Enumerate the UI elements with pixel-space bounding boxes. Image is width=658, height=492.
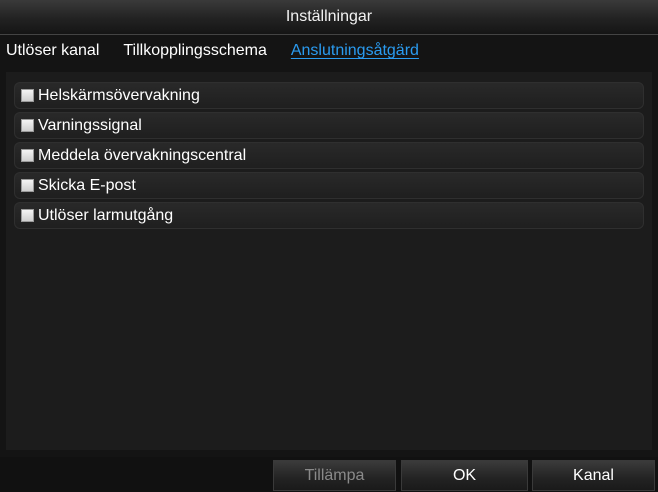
option-label: Helskärmsövervakning bbox=[38, 86, 200, 104]
ok-button[interactable]: OK bbox=[401, 460, 528, 491]
option-label: Meddela övervakningscentral bbox=[38, 146, 247, 164]
option-audible-warning[interactable]: Varningssignal bbox=[14, 112, 644, 139]
tab-trigger-channel[interactable]: Utlöser kanal bbox=[6, 42, 99, 60]
checkbox[interactable] bbox=[21, 209, 34, 222]
button-bar: Tillämpa OK Kanal bbox=[0, 457, 658, 492]
checkbox[interactable] bbox=[21, 179, 34, 192]
option-fullscreen-monitoring[interactable]: Helskärmsövervakning bbox=[14, 82, 644, 109]
option-trigger-alarm-output[interactable]: Utlöser larmutgång bbox=[14, 202, 644, 229]
checkbox[interactable] bbox=[21, 119, 34, 132]
options-panel: Helskärmsövervakning Varningssignal Medd… bbox=[6, 72, 652, 450]
option-label: Skicka E-post bbox=[38, 176, 136, 194]
option-send-email[interactable]: Skicka E-post bbox=[14, 172, 644, 199]
tab-bar: Utlöser kanal Tillkopplingsschema Anslut… bbox=[0, 37, 658, 65]
checkbox[interactable] bbox=[21, 149, 34, 162]
tab-arming-schedule[interactable]: Tillkopplingsschema bbox=[123, 42, 266, 60]
tab-linkage-action[interactable]: Anslutningsåtgärd bbox=[291, 42, 419, 60]
window-title: Inställningar bbox=[285, 8, 373, 25]
checkbox[interactable] bbox=[21, 89, 34, 102]
apply-button[interactable]: Tillämpa bbox=[273, 460, 396, 491]
option-label: Varningssignal bbox=[38, 116, 142, 134]
settings-window: Inställningar Utlöser kanal Tillkoppling… bbox=[0, 0, 658, 492]
channel-button[interactable]: Kanal bbox=[532, 460, 655, 491]
option-label: Utlöser larmutgång bbox=[38, 206, 174, 224]
option-notify-surveillance-center[interactable]: Meddela övervakningscentral bbox=[14, 142, 644, 169]
title-bar: Inställningar bbox=[0, 0, 658, 35]
